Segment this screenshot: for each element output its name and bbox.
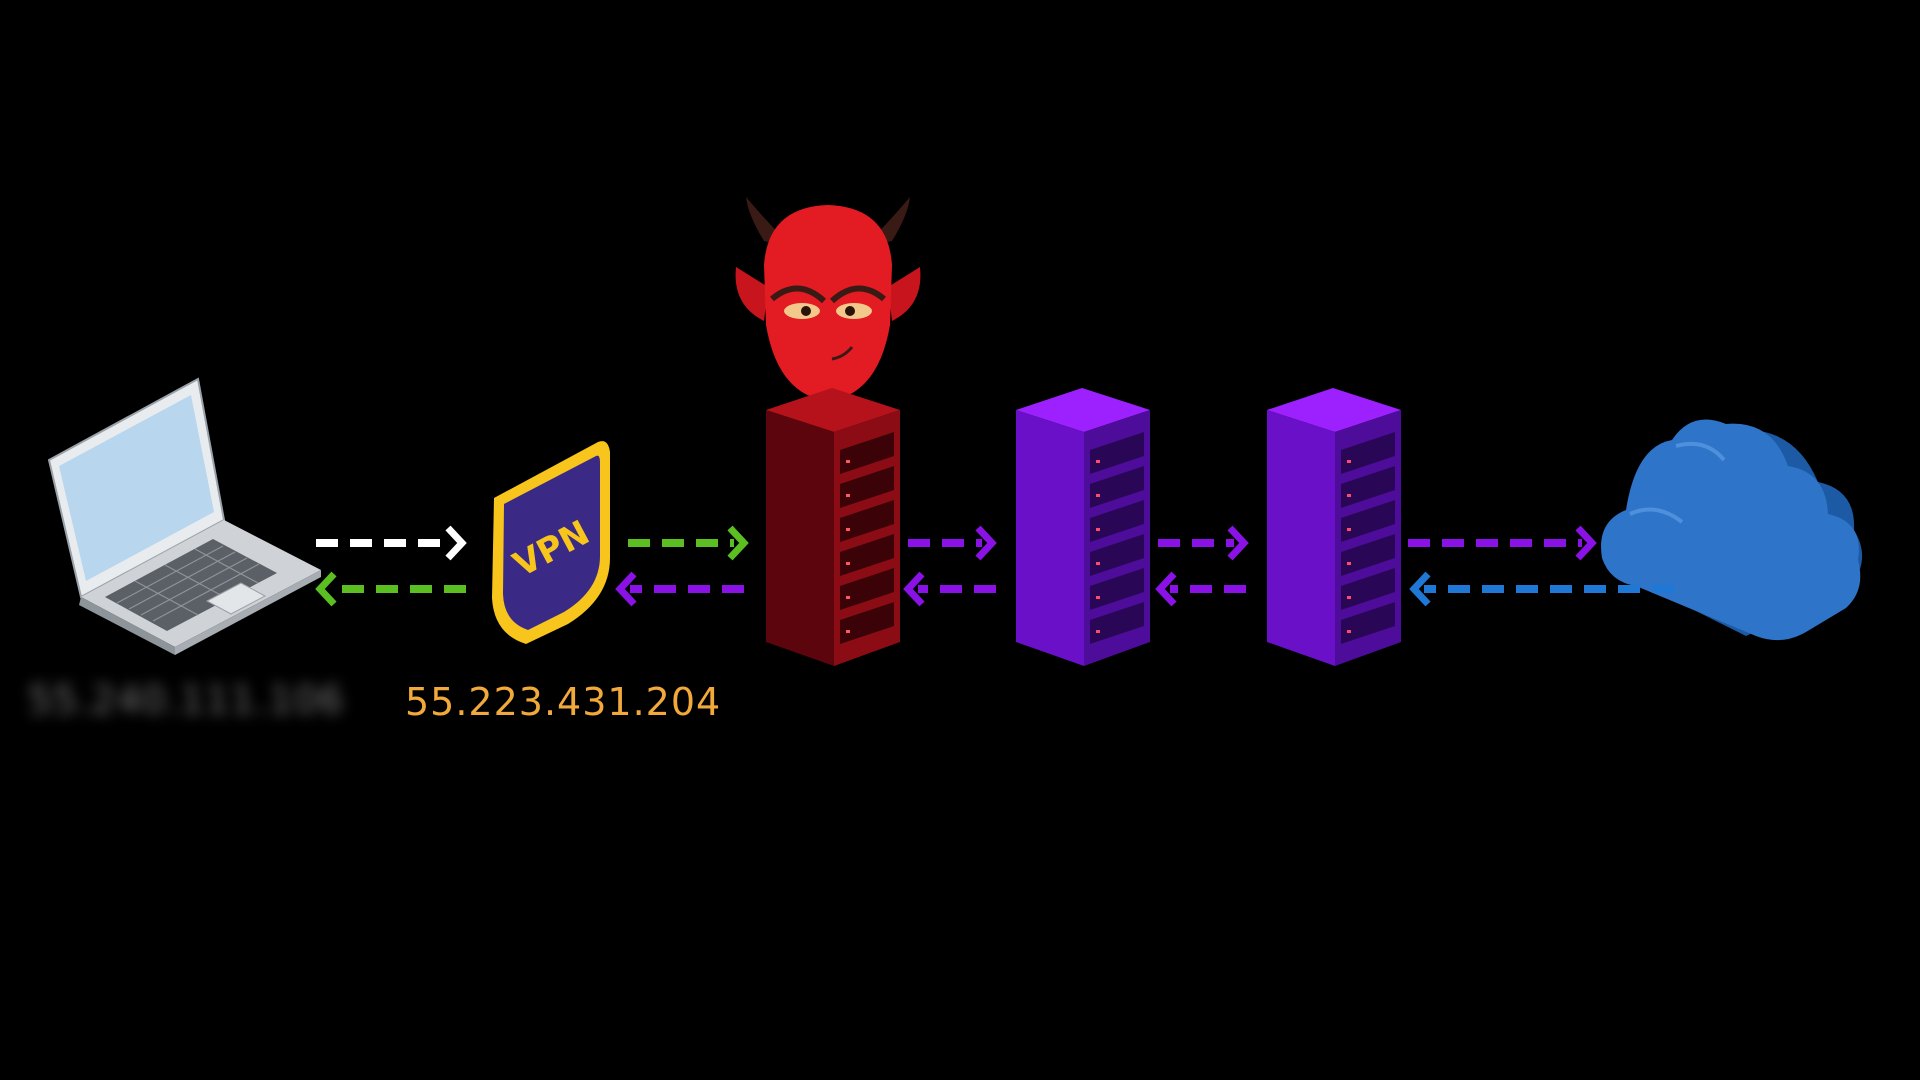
arrow-malicious-to-vpn xyxy=(615,571,744,607)
arrow-relay2-to-cloud xyxy=(1408,525,1597,561)
arrow-relay1-to-relay2 xyxy=(1158,525,1249,561)
arrow-cloud-to-relay2 xyxy=(1409,571,1674,607)
arrow-vpn-to-laptop xyxy=(315,571,466,607)
connection-arrows xyxy=(315,525,1674,607)
arrow-relay1-to-malicious xyxy=(903,571,996,607)
vpn-ip-label: 55.223.431.204 xyxy=(405,680,722,724)
network-diagram: VPN 55.240.111.106 55.223.431.204 xyxy=(0,0,1920,1080)
client-ip-label: 55.240.111.106 xyxy=(28,678,345,722)
arrow-relay2-to-relay1 xyxy=(1155,571,1246,607)
arrow-malicious-to-relay1 xyxy=(908,525,997,561)
arrow-vpn-to-malicious xyxy=(628,525,749,561)
arrow-laptop-to-vpn xyxy=(316,525,467,561)
